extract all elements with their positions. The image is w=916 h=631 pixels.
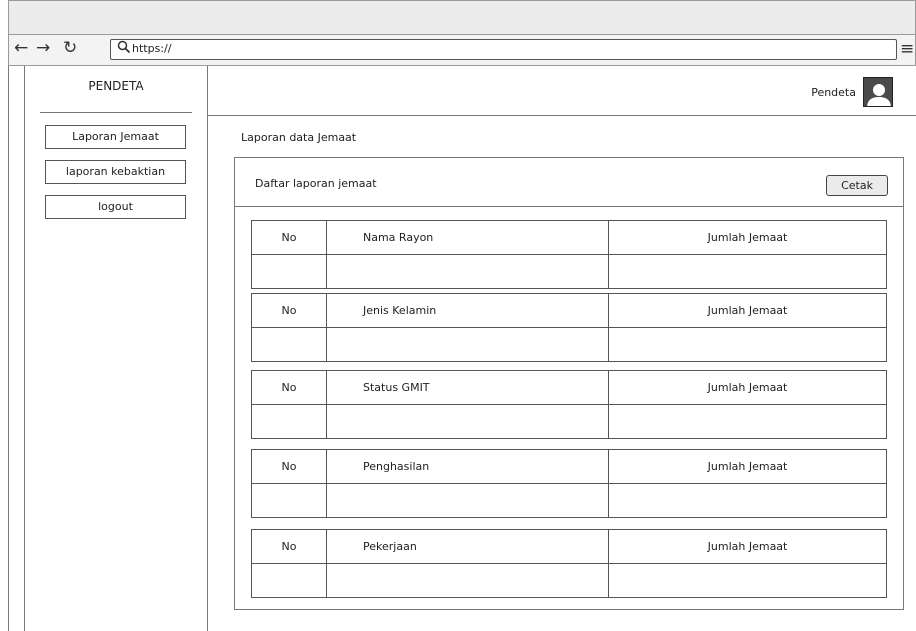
- table-row: [251, 404, 887, 439]
- table-cell: [251, 254, 327, 289]
- column-header-no: No: [251, 370, 327, 405]
- column-header-category: Pekerjaan: [326, 529, 609, 564]
- column-header-no: No: [251, 529, 327, 564]
- table-cell: [326, 327, 609, 362]
- sidebar-title: PENDETA: [88, 79, 144, 93]
- table-header-row: No Status GMIT Jumlah Jemaat: [251, 370, 887, 405]
- search-icon: [117, 40, 131, 54]
- table-cell: [608, 254, 887, 289]
- user-name: Pendeta: [811, 86, 856, 99]
- table-header-row: No Pekerjaan Jumlah Jemaat: [251, 529, 887, 564]
- table-row: [251, 327, 887, 362]
- table-header-row: No Nama Rayon Jumlah Jemaat: [251, 220, 887, 255]
- address-text: https://: [132, 42, 172, 55]
- report-table-status-gmit: No Status GMIT Jumlah Jemaat: [251, 370, 887, 439]
- report-table-gender: No Jenis Kelamin Jumlah Jemaat: [251, 293, 887, 362]
- reload-icon[interactable]: ↻: [63, 37, 77, 59]
- report-table-occupation: No Pekerjaan Jumlah Jemaat: [251, 529, 887, 598]
- table-row: [251, 254, 887, 289]
- address-bar[interactable]: [110, 39, 897, 60]
- table-cell: [251, 483, 327, 518]
- column-header-count: Jumlah Jemaat: [608, 529, 887, 564]
- panel-title: Daftar laporan jemaat: [255, 177, 377, 190]
- column-header-count: Jumlah Jemaat: [608, 449, 887, 484]
- table-cell: [251, 563, 327, 598]
- panel-divider: [234, 206, 904, 207]
- table-cell: [251, 327, 327, 362]
- table-row: [251, 563, 887, 598]
- table-cell: [608, 483, 887, 518]
- back-arrow-icon[interactable]: ←: [14, 37, 28, 59]
- print-button[interactable]: Cetak: [826, 175, 888, 196]
- table-cell: [326, 563, 609, 598]
- user-avatar-icon: [867, 84, 891, 106]
- header-divider: [208, 115, 916, 116]
- browser-titlebar: [8, 0, 916, 34]
- column-header-category: Nama Rayon: [326, 220, 609, 255]
- table-cell: [608, 404, 887, 439]
- table-cell: [608, 563, 887, 598]
- column-header-no: No: [251, 293, 327, 328]
- page-title: Laporan data Jemaat: [241, 131, 357, 144]
- table-cell: [608, 327, 887, 362]
- table-row: [251, 483, 887, 518]
- column-header-category: Penghasilan: [326, 449, 609, 484]
- sidebar-divider: [40, 112, 192, 113]
- sidebar-item-laporan-kebaktian[interactable]: laporan kebaktian: [45, 160, 186, 184]
- table-cell: [326, 483, 609, 518]
- table-header-row: No Penghasilan Jumlah Jemaat: [251, 449, 887, 484]
- column-header-no: No: [251, 449, 327, 484]
- column-header-no: No: [251, 220, 327, 255]
- table-cell: [326, 254, 609, 289]
- table-header-row: No Jenis Kelamin Jumlah Jemaat: [251, 293, 887, 328]
- hamburger-menu-icon[interactable]: ≡: [900, 38, 914, 60]
- sidebar-item-logout[interactable]: logout: [45, 195, 186, 219]
- table-cell: [251, 404, 327, 439]
- table-cell: [326, 404, 609, 439]
- column-header-count: Jumlah Jemaat: [608, 293, 887, 328]
- sidebar-item-laporan-jemaat[interactable]: Laporan Jemaat: [45, 125, 186, 149]
- column-header-count: Jumlah Jemaat: [608, 370, 887, 405]
- report-table-rayon: No Nama Rayon Jumlah Jemaat: [251, 220, 887, 289]
- column-header-category: Jenis Kelamin: [326, 293, 609, 328]
- report-table-income: No Penghasilan Jumlah Jemaat: [251, 449, 887, 518]
- column-header-count: Jumlah Jemaat: [608, 220, 887, 255]
- forward-arrow-icon[interactable]: →: [36, 37, 50, 59]
- avatar[interactable]: [863, 77, 893, 107]
- sidebar: [24, 66, 208, 631]
- column-header-category: Status GMIT: [326, 370, 609, 405]
